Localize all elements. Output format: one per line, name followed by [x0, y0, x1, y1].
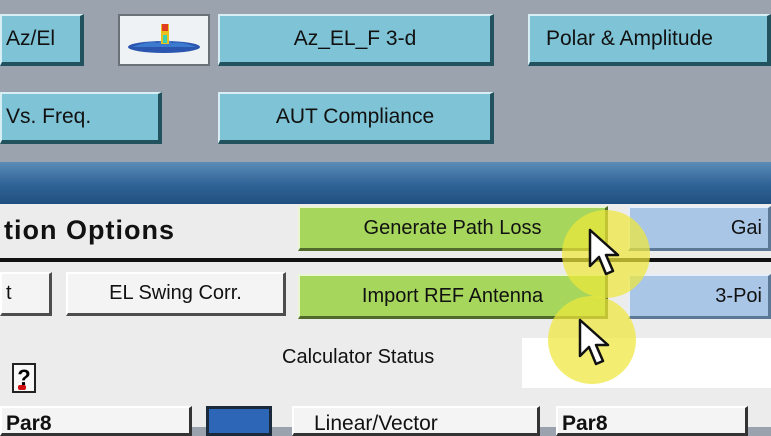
- options-title: tion Options: [4, 215, 175, 245]
- gain-button[interactable]: Gai: [628, 206, 771, 251]
- surface-plot-icon: [128, 24, 200, 53]
- help-indicator: [18, 385, 26, 390]
- aut-compliance-label: AUT Compliance: [275, 105, 435, 128]
- az-el-f-3d-button[interactable]: Az_EL_F 3-d: [218, 14, 494, 66]
- par-button-2[interactable]: Par8: [556, 406, 748, 436]
- import-ref-antenna-label: Import REF Antenna: [361, 284, 544, 307]
- par-button-1[interactable]: Par8: [0, 406, 192, 436]
- generate-path-loss-label: Generate Path Loss: [363, 216, 542, 239]
- mouse-cursor-icon: [588, 228, 620, 276]
- az-el-label: Az/El: [6, 27, 56, 50]
- three-point-button[interactable]: 3-Poi: [628, 274, 771, 319]
- gain-label: Gai: [730, 216, 762, 239]
- section-header-bar: [0, 162, 771, 204]
- el-swing-corr-button[interactable]: EL Swing Corr.: [66, 272, 286, 316]
- partial-t-label: t: [6, 282, 12, 304]
- aut-compliance-button[interactable]: AUT Compliance: [218, 92, 494, 144]
- az-el-f-3d-label: Az_EL_F 3-d: [293, 27, 417, 50]
- linear-vector-button[interactable]: Linear/Vector: [292, 406, 540, 436]
- color-swatch-button[interactable]: [206, 406, 272, 436]
- linear-vector-label: Linear/Vector: [314, 412, 438, 435]
- el-swing-corr-label: EL Swing Corr.: [109, 282, 242, 304]
- vs-freq-button[interactable]: Vs. Freq.: [0, 92, 162, 144]
- par-label-1: Par8: [6, 412, 52, 435]
- mouse-cursor-icon: [578, 318, 610, 366]
- az-el-button[interactable]: Az/El: [0, 14, 84, 66]
- vs-freq-label: Vs. Freq.: [6, 105, 92, 128]
- three-point-label: 3-Poi: [715, 284, 762, 307]
- partial-t-button[interactable]: t: [0, 272, 52, 316]
- divider-line: [0, 258, 771, 262]
- par-label-2: Par8: [562, 412, 608, 435]
- calculator-status-label: Calculator Status: [282, 346, 435, 368]
- polar-amplitude-button[interactable]: Polar & Amplitude: [528, 14, 771, 66]
- plot-3d-button[interactable]: [118, 14, 210, 66]
- generate-path-loss-button[interactable]: Generate Path Loss: [298, 206, 608, 251]
- polar-amplitude-label: Polar & Amplitude: [546, 27, 713, 50]
